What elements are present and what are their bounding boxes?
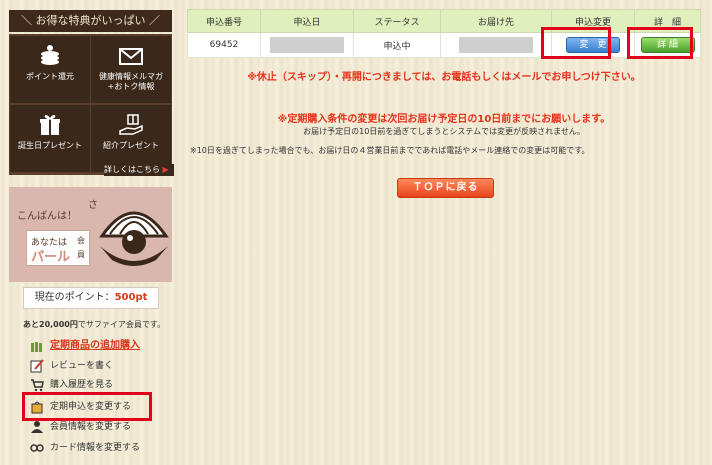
- notice-skip: ※休止（スキップ）・再開につきましては、お電話もしくはメールでお申しつけ下さい。: [247, 72, 641, 83]
- benefits-more-link[interactable]: 詳しくはこちら ▶: [104, 164, 174, 176]
- mail-icon: [119, 48, 143, 65]
- cell-order-date: [260, 32, 354, 58]
- rank-kai: 会: [77, 236, 85, 245]
- upgrade-note: あと20,000円でサファイア会員です。: [23, 319, 165, 330]
- highlight-box: [22, 392, 152, 421]
- notice-phone: ※10日を過ぎてしまった場合でも、お届け日の４営業日前までであれば電話やメール連…: [190, 146, 590, 155]
- menu-item-label: レビューを書く: [50, 361, 114, 371]
- highlight-box: [541, 27, 611, 59]
- cell-order-no: 69452: [187, 32, 261, 58]
- header-order-date: 申込日: [260, 9, 354, 33]
- redacted-destination: [459, 37, 533, 53]
- redacted-date: [270, 37, 344, 53]
- rank-in: 員: [77, 250, 85, 259]
- table-header-row: 申込番号 申込日 ステータス お届け先 申込変更 詳 細: [187, 9, 701, 33]
- benefit-birthday-tile[interactable]: 誕生日プレゼント: [10, 105, 90, 172]
- cart-icon: [31, 379, 44, 392]
- benefit-points-tile[interactable]: ポイント還元: [10, 36, 90, 103]
- pearl-shell-icon: [99, 211, 169, 266]
- bottles-icon: [31, 342, 42, 352]
- benefits-header: ＼ お得な特典がいっぱい ／: [9, 10, 172, 32]
- hand-gift-icon: [119, 114, 143, 135]
- benefits-more-label: 詳しくはこちら: [104, 165, 160, 174]
- header-order-no: 申込番号: [187, 9, 261, 33]
- menu-item-label: 購入履歴を見る: [50, 380, 114, 390]
- menu-item-label: 定期商品の追加購入: [50, 340, 140, 351]
- sidebar: ＼ お得な特典がいっぱい ／ ポイント還元 健康情報メルマガ +おトク情報 誕生…: [0, 0, 178, 465]
- benefit-label: 紹介プレゼント: [103, 141, 159, 150]
- member-rank-badge: あなたは パール 会 員: [26, 230, 90, 266]
- points-box: 現在のポイント：500pt: [23, 287, 159, 309]
- benefit-label: 誕生日プレゼント: [18, 141, 82, 150]
- benefit-referral-tile[interactable]: 紹介プレゼント: [91, 105, 171, 172]
- header-status: ステータス: [353, 9, 441, 33]
- menu-item-label: 会員情報を変更する: [50, 422, 132, 432]
- notice-change-deadline: ※定期購入条件の変更は次回お届け予定日の10日前までにお願いします。: [277, 114, 611, 125]
- header-destination: お届け先: [440, 9, 552, 33]
- benefit-label: 健康情報メルマガ +おトク情報: [99, 72, 163, 91]
- points-value: 500pt: [114, 292, 148, 303]
- table-row: 69452 申込中 変 更 詳 細: [187, 32, 701, 58]
- benefit-label: ポイント還元: [26, 72, 74, 81]
- coins-icon: [41, 45, 59, 65]
- rank-name: パール: [31, 250, 71, 265]
- points-label: 現在のポイント：: [34, 292, 115, 303]
- benefit-mail-tile[interactable]: 健康情報メルマガ +おトク情報: [91, 36, 171, 103]
- arrow-right-icon: ▶: [162, 165, 169, 174]
- benefits-panel: ポイント還元 健康情報メルマガ +おトク情報 誕生日プレゼント 紹介プレゼント: [9, 34, 172, 175]
- menu-item-label: カード情報を変更する: [50, 443, 141, 453]
- gift-icon: [40, 115, 60, 135]
- upgrade-amount: あと20,000円: [23, 320, 78, 329]
- order-table: 申込番号 申込日 ステータス お届け先 申込変更 詳 細 69452 申込中 変…: [187, 9, 701, 58]
- cell-status: 申込中: [353, 32, 441, 58]
- pencil-icon: [30, 359, 44, 373]
- notice-system: お届け予定日の10日前を過ぎてしまうとシステムでは変更が反映されません。: [303, 127, 585, 136]
- cell-destination: [440, 32, 552, 58]
- back-to-top-button[interactable]: ＴＯＰに戻る: [397, 178, 494, 198]
- person-icon: [31, 421, 43, 433]
- highlight-box: [627, 27, 693, 59]
- greeting-text: こんばんは！: [17, 211, 77, 222]
- upgrade-rest: でサファイア会員です。: [77, 320, 166, 329]
- card-icon: [30, 444, 44, 452]
